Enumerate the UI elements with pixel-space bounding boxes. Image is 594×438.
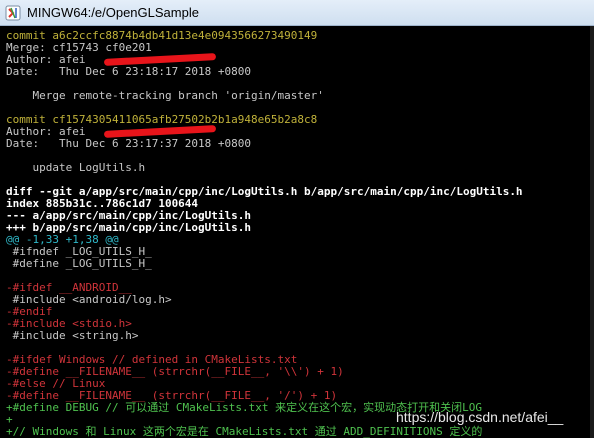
scrollbar[interactable] bbox=[590, 26, 594, 438]
terminal-line: Date: Thu Dec 6 23:18:17 2018 +0800 bbox=[6, 65, 252, 78]
terminal-line: +// Windows 和 Linux 这两个宏是在 CMakeLists.tx… bbox=[6, 425, 483, 438]
terminal-window: MINGW64:/e/OpenGLSample commit a6c2ccfc8… bbox=[0, 0, 594, 438]
window-title: MINGW64:/e/OpenGLSample bbox=[27, 5, 199, 20]
terminal-line: update LogUtils.h bbox=[6, 161, 146, 174]
title-bar[interactable]: MINGW64:/e/OpenGLSample bbox=[0, 0, 594, 26]
watermark-text: https://blog.csdn.net/afei__ bbox=[396, 409, 564, 425]
redaction-stroke bbox=[103, 53, 217, 66]
terminal-line: #define _LOG_UTILS_H_ bbox=[6, 257, 152, 270]
terminal-line: Merge remote-tracking branch 'origin/mas… bbox=[6, 89, 324, 102]
terminal-line: Date: Thu Dec 6 23:17:37 2018 +0800 bbox=[6, 137, 252, 150]
terminal-output[interactable]: commit a6c2ccfc8874b4db41d13e4e094356627… bbox=[0, 26, 594, 438]
redaction-stroke bbox=[103, 125, 217, 138]
mingw-terminal-icon bbox=[5, 5, 21, 21]
terminal-line: #include <string.h> bbox=[6, 329, 139, 342]
